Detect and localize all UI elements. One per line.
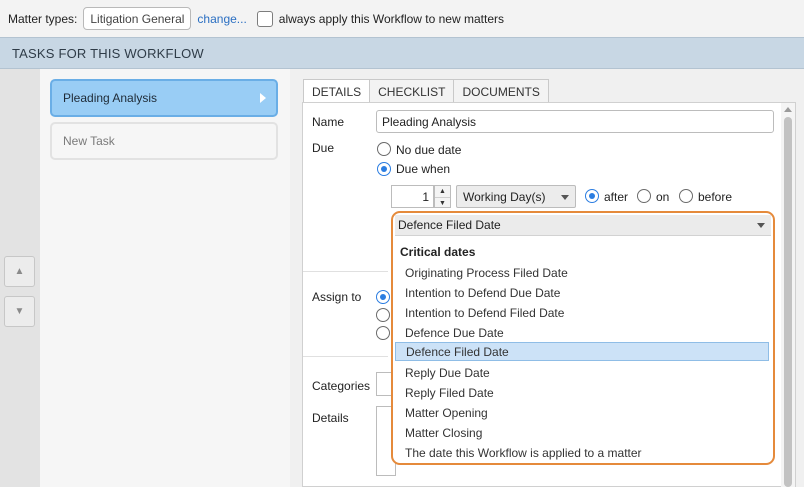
due-when-radio[interactable]: [377, 162, 391, 176]
panel-scrollbar[interactable]: [781, 103, 795, 487]
name-label: Name: [312, 115, 345, 129]
tab-documents[interactable]: DOCUMENTS: [453, 79, 549, 103]
after-radio[interactable]: [585, 189, 599, 203]
no-due-date-label: No due date: [396, 143, 462, 157]
name-input[interactable]: Pleading Analysis: [376, 110, 774, 133]
stepper-down-icon[interactable]: ▼: [435, 197, 450, 208]
categories-label: Categories: [312, 379, 371, 393]
highlight-outline: [391, 211, 775, 465]
unit-value: Working Day(s): [463, 189, 546, 204]
assign-to-label: Assign to: [312, 290, 362, 304]
due-label: Due: [312, 141, 335, 155]
task-item-new-task[interactable]: New Task: [50, 122, 278, 160]
on-label: on: [656, 190, 670, 204]
move-up-button[interactable]: ▲: [4, 256, 35, 287]
chevron-right-icon: [260, 93, 266, 103]
reorder-column: ▲ ▼: [0, 69, 40, 487]
after-label: after: [604, 190, 629, 204]
divider: [303, 356, 388, 357]
before-radio[interactable]: [679, 189, 693, 203]
unit-select[interactable]: Working Day(s): [456, 185, 576, 208]
quantity-stepper[interactable]: 1: [391, 185, 434, 208]
tab-details[interactable]: DETAILS: [303, 79, 371, 104]
no-due-date-radio[interactable]: [377, 142, 391, 156]
top-bar: Matter types: Litigation General change.…: [0, 0, 804, 37]
move-down-button[interactable]: ▼: [4, 296, 35, 327]
stepper-up-icon[interactable]: ▲: [435, 186, 450, 197]
section-header: TASKS FOR THIS WORKFLOW: [0, 37, 804, 69]
matter-type-field[interactable]: Litigation General: [83, 7, 192, 30]
task-item-pleading-analysis[interactable]: Pleading Analysis: [50, 79, 278, 117]
always-apply-label: always apply this Workflow to new matter…: [278, 11, 504, 26]
assign-to-radio-2[interactable]: [376, 308, 390, 322]
stepper-buttons[interactable]: ▲ ▼: [434, 185, 451, 208]
tab-checklist[interactable]: CHECKLIST: [369, 79, 455, 103]
always-apply-checkbox[interactable]: [256, 10, 273, 27]
chevron-down-icon: [561, 195, 569, 200]
change-link[interactable]: change...: [197, 12, 246, 26]
before-label: before: [698, 190, 733, 204]
task-label: Pleading Analysis: [63, 91, 158, 105]
details-label: Details: [312, 411, 349, 425]
up-arrow-icon: ▲: [14, 266, 25, 277]
divider: [303, 271, 388, 272]
assign-to-radio-1[interactable]: [376, 290, 390, 304]
task-label: New Task: [63, 134, 115, 148]
down-arrow-icon: ▼: [14, 306, 25, 317]
on-radio[interactable]: [637, 189, 651, 203]
scroll-thumb[interactable]: [784, 117, 792, 487]
scroll-up-icon[interactable]: [784, 107, 792, 112]
matter-types-label: Matter types:: [8, 11, 78, 26]
assign-to-radio-3[interactable]: [376, 326, 390, 340]
task-list: Pleading Analysis New Task: [40, 69, 290, 487]
tab-bar: DETAILS CHECKLIST DOCUMENTS: [303, 79, 549, 104]
due-when-label: Due when: [396, 162, 451, 176]
